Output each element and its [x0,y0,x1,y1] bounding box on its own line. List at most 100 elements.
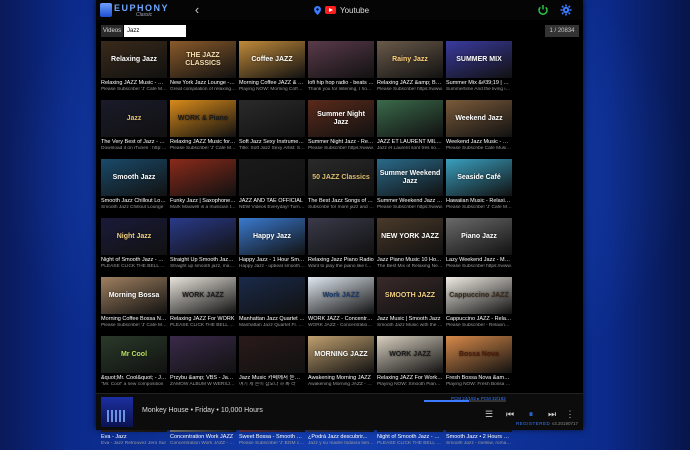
back-button[interactable]: ‹ [190,2,204,18]
pause-icon[interactable]: ⏸ [525,408,537,420]
video-card[interactable]: Night Jazz Night of Smooth Jazz - Relaxin… [101,218,167,273]
video-title: Summer Weekend Jazz - Relaxing [377,198,443,204]
video-card[interactable]: Happy Jazz Happy Jazz - 1 Hour Smooth Jaz… [239,218,305,273]
next-icon[interactable]: ⏭ [546,408,558,420]
video-thumbnail[interactable] [170,159,236,196]
video-title: Sweet Bossa - Smooth Bossa Nova [239,434,305,440]
video-thumbnail[interactable]: Relaxing Jazz [101,41,167,78]
video-card[interactable]: lofi hip hop radio - beats to relaxThank… [308,41,374,96]
video-card[interactable]: Relaxing Jazz Relaxing JAZZ Music - Backg… [101,41,167,96]
video-card[interactable]: WORK JAZZ Relaxing JAZZ For Work & StudyP… [377,336,443,391]
video-card[interactable]: Summer Weekend Jazz Summer Weekend Jazz -… [377,159,443,214]
playlist-icon[interactable]: ☰ [483,408,495,420]
video-card[interactable]: WORK & Piano Relaxing JAZZ Music for Work… [170,100,236,155]
video-card[interactable]: NEW YORK JAZZ Jazz Piano Music 10 Hours Th… [377,218,443,273]
video-thumbnail[interactable] [170,336,236,373]
video-description: WORK JAZZ - Concentration Relaxing [308,323,374,328]
video-card[interactable]: Rainy Jazz Relaxing JAZZ &amp; Bossa Nova… [377,41,443,96]
video-thumbnail[interactable]: Mr Cool [101,336,167,373]
video-thumbnail[interactable]: WORK JAZZ [377,336,443,373]
video-card[interactable]: Work JAZZ WORK JAZZ - Concentration WORK J… [308,277,374,332]
video-card[interactable]: Funky Jazz | Saxophone InstrumentalMark … [170,159,236,214]
video-thumbnail[interactable]: SUMMER MIX [446,41,512,78]
video-thumbnail[interactable]: Work JAZZ [308,277,374,314]
video-thumbnail[interactable]: Piano Jazz [446,218,512,255]
gear-icon[interactable] [560,4,572,16]
video-card[interactable]: Weekend Jazz Weekend Jazz Music - Relaxin… [446,100,512,155]
version-text: v3.20190717 [552,421,579,426]
video-card[interactable]: Bossa Nova Fresh Bossa Nova &amp; JazzPla… [446,336,512,391]
video-card[interactable]: Summer Night Jazz Summer Night Jazz - Rel… [308,100,374,155]
video-thumbnail[interactable]: THE JAZZ CLASSICS [170,41,236,78]
video-thumbnail[interactable]: Happy Jazz [239,218,305,255]
video-card[interactable]: SUMMER MIX Summer Mix &#39;19 | Chill Summ… [446,41,512,96]
video-thumbnail[interactable]: WORK JAZZ [170,277,236,314]
video-thumbnail[interactable]: Seaside Café [446,159,512,196]
video-card[interactable]: Seaside Café Hawaiian Music - Relaxing Se… [446,159,512,214]
video-card[interactable]: Manhattan Jazz Quartet - SmoothManhattan… [239,277,305,332]
power-icon[interactable] [537,4,549,16]
previous-icon[interactable]: ⏮ [504,408,516,420]
video-thumbnail[interactable]: 50 JAZZ Classics [308,159,374,196]
video-thumbnail[interactable] [170,218,236,255]
video-title: Straight Up Smooth Jazz - Relaxing [170,257,236,263]
video-thumbnail[interactable]: Summer Weekend Jazz [377,159,443,196]
video-card[interactable]: Przybu &amp; VBS - Jazz ChillZAMÓW ALBUM… [170,336,236,391]
search-category-label[interactable]: Videos [101,25,123,37]
video-thumbnail[interactable]: Morning Bossa [101,277,167,314]
video-thumbnail[interactable]: Coffee JAZZ [239,41,305,78]
video-card[interactable]: Morning Bossa Morning Coffee Bossa Nova Pl… [101,277,167,332]
video-title: Funky Jazz | Saxophone Instrumental [170,198,236,204]
video-card[interactable]: Straight Up Smooth Jazz - RelaxingStraig… [170,218,236,273]
video-thumbnail[interactable]: MORNING JAZZ [308,336,374,373]
video-card[interactable]: Soft Jazz Sexy Instrumental Title: Soft J… [239,100,305,155]
video-thumbnail[interactable]: Rainy Jazz [377,41,443,78]
now-playing-thumbnail[interactable] [101,397,133,427]
more-icon[interactable]: ⋮ [564,408,576,420]
progress-bar[interactable] [424,400,506,402]
video-card[interactable]: Relaxing Jazz Piano Radio Want to play th… [308,218,374,273]
video-card[interactable]: Jazz The Very Best of Jazz - GreatestDown… [101,100,167,155]
video-thumbnail[interactable]: Smooth Jazz [101,159,167,196]
search-input[interactable] [124,25,186,37]
video-thumbnail[interactable]: Weekend Jazz [446,100,512,137]
video-thumbnail[interactable] [239,336,305,373]
video-thumbnail[interactable]: Bossa Nova [446,336,512,373]
video-card[interactable]: Jazz Music 카페에서 듣기 좋은 여기 세 은이 잠오다 하 봐 라 [239,336,305,391]
video-description: Please Subscribe! https://www. [377,87,443,92]
video-card[interactable]: Smooth Jazz Smooth Jazz Chillout Lounge Sm… [101,159,167,214]
thumbnail-text: MORNING JAZZ [314,350,368,358]
video-thumbnail[interactable] [377,100,443,137]
video-thumbnail[interactable] [308,218,374,255]
video-thumbnail[interactable] [239,100,305,137]
video-description: Straight up smooth jazz, made with [170,264,236,269]
video-card[interactable]: WORK JAZZ Relaxing JAZZ For WORK PLEASE CL… [170,277,236,332]
title-area: Youtube [314,3,369,17]
video-thumbnail[interactable]: Cappuccino JAZZ [446,277,512,314]
video-thumbnail[interactable] [308,41,374,78]
video-card[interactable]: JAZZ ET LAURENT MILLIONSJazz et Laurent … [377,100,443,155]
video-title: Night of Smooth Jazz - Relaxing [101,257,167,263]
video-thumbnail[interactable] [239,277,305,314]
thumbnail-text: THE JAZZ CLASSICS [185,51,221,67]
video-card[interactable]: JAZZ AND TAE OFFICIAL NEW Videos Everyday… [239,159,305,214]
video-card[interactable]: 50 JAZZ Classics The Best Jazz Songs of A… [308,159,374,214]
video-thumbnail[interactable]: Jazz [101,100,167,137]
video-card[interactable]: MORNING JAZZ Awakening Morning JAZZ Awaken… [308,336,374,391]
video-description: Summertime And the living is easy [446,87,512,92]
video-title: Cappuccino JAZZ - Relaxing Jazz [446,316,512,322]
video-description: Please Subscribe! 'J' Cafe Music [170,146,236,151]
video-card[interactable]: Mr Cool&quot;Mr. Cool&quot; - Jazz Loung… [101,336,167,391]
video-card[interactable]: SMOOTH JAZZ Jazz Music | Smooth Jazz Smoot… [377,277,443,332]
progress-fill [424,400,470,402]
video-card[interactable]: Piano Jazz Lazy Weekend Jazz - Mellow Plea… [446,218,512,273]
video-thumbnail[interactable]: SMOOTH JAZZ [377,277,443,314]
video-thumbnail[interactable] [239,159,305,196]
video-card[interactable]: Coffee JAZZ Morning Coffee JAZZ & Bossa N… [239,41,305,96]
video-thumbnail[interactable]: Night Jazz [101,218,167,255]
video-card[interactable]: THE JAZZ CLASSICS New York Jazz Lounge - … [170,41,236,96]
video-thumbnail[interactable]: WORK & Piano [170,100,236,137]
video-thumbnail[interactable]: NEW YORK JAZZ [377,218,443,255]
video-thumbnail[interactable]: Summer Night Jazz [308,100,374,137]
video-card[interactable]: Cappuccino JAZZ Cappuccino JAZZ - Relaxin… [446,277,512,332]
